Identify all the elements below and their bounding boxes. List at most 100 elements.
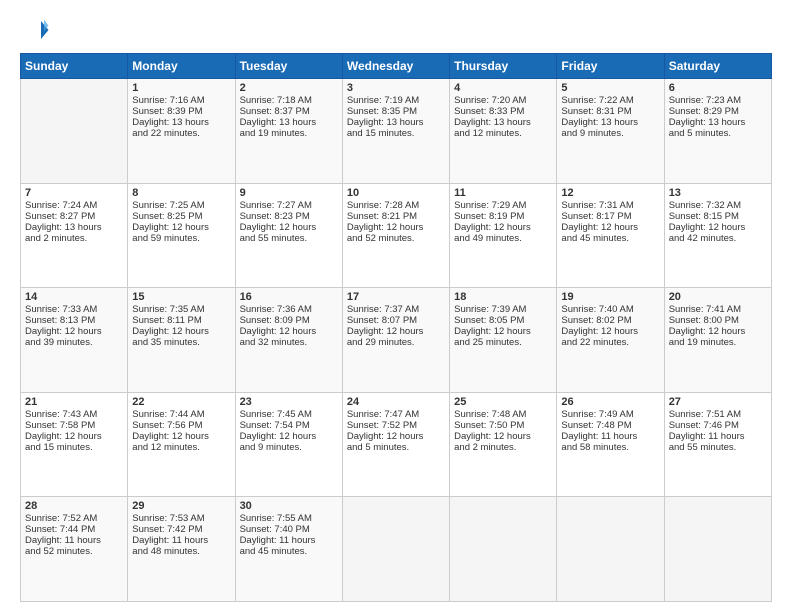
calendar-cell: 23Sunrise: 7:45 AMSunset: 7:54 PMDayligh… (235, 392, 342, 497)
day-info: Sunrise: 7:27 AM (240, 200, 338, 211)
day-info: Daylight: 12 hours (240, 222, 338, 233)
calendar-cell (557, 497, 664, 602)
calendar-cell: 12Sunrise: 7:31 AMSunset: 8:17 PMDayligh… (557, 183, 664, 288)
day-info: and 49 minutes. (454, 233, 552, 244)
day-info: Sunset: 7:54 PM (240, 420, 338, 431)
day-info: Sunrise: 7:32 AM (669, 200, 767, 211)
day-info: Daylight: 12 hours (25, 326, 123, 337)
day-info: Sunrise: 7:55 AM (240, 513, 338, 524)
day-info: Daylight: 11 hours (669, 431, 767, 442)
day-number: 28 (25, 500, 123, 512)
day-info: and 15 minutes. (347, 128, 445, 139)
day-info: Sunset: 8:31 PM (561, 106, 659, 117)
day-info: and 9 minutes. (240, 442, 338, 453)
day-number: 12 (561, 187, 659, 199)
calendar-cell: 27Sunrise: 7:51 AMSunset: 7:46 PMDayligh… (664, 392, 771, 497)
calendar-cell (342, 497, 449, 602)
day-info: and 52 minutes. (347, 233, 445, 244)
day-info: and 19 minutes. (669, 337, 767, 348)
day-number: 8 (132, 187, 230, 199)
day-info: and 55 minutes. (240, 233, 338, 244)
day-number: 25 (454, 396, 552, 408)
calendar-cell: 7Sunrise: 7:24 AMSunset: 8:27 PMDaylight… (21, 183, 128, 288)
day-info: Sunrise: 7:51 AM (669, 409, 767, 420)
day-info: Sunset: 8:33 PM (454, 106, 552, 117)
day-info: Sunrise: 7:45 AM (240, 409, 338, 420)
calendar-cell: 1Sunrise: 7:16 AMSunset: 8:39 PMDaylight… (128, 79, 235, 184)
day-info: Sunrise: 7:44 AM (132, 409, 230, 420)
calendar-cell: 28Sunrise: 7:52 AMSunset: 7:44 PMDayligh… (21, 497, 128, 602)
day-info: Sunset: 8:27 PM (25, 211, 123, 222)
calendar-cell (450, 497, 557, 602)
day-info: Sunrise: 7:43 AM (25, 409, 123, 420)
logo (20, 15, 54, 45)
day-info: and 29 minutes. (347, 337, 445, 348)
day-info: Sunset: 8:15 PM (669, 211, 767, 222)
day-info: Daylight: 13 hours (132, 117, 230, 128)
day-info: Sunrise: 7:47 AM (347, 409, 445, 420)
day-info: Sunset: 8:21 PM (347, 211, 445, 222)
calendar-cell (664, 497, 771, 602)
calendar: SundayMondayTuesdayWednesdayThursdayFrid… (20, 53, 772, 602)
day-info: and 55 minutes. (669, 442, 767, 453)
day-info: Sunrise: 7:52 AM (25, 513, 123, 524)
day-info: Sunrise: 7:18 AM (240, 95, 338, 106)
calendar-cell: 5Sunrise: 7:22 AMSunset: 8:31 PMDaylight… (557, 79, 664, 184)
day-info: Sunset: 8:19 PM (454, 211, 552, 222)
day-info: and 2 minutes. (454, 442, 552, 453)
calendar-cell: 11Sunrise: 7:29 AMSunset: 8:19 PMDayligh… (450, 183, 557, 288)
day-info: and 25 minutes. (454, 337, 552, 348)
day-info: and 32 minutes. (240, 337, 338, 348)
day-number: 18 (454, 291, 552, 303)
calendar-cell: 8Sunrise: 7:25 AMSunset: 8:25 PMDaylight… (128, 183, 235, 288)
calendar-cell: 13Sunrise: 7:32 AMSunset: 8:15 PMDayligh… (664, 183, 771, 288)
day-number: 13 (669, 187, 767, 199)
calendar-cell: 16Sunrise: 7:36 AMSunset: 8:09 PMDayligh… (235, 288, 342, 393)
day-info: Daylight: 12 hours (347, 222, 445, 233)
day-number: 3 (347, 82, 445, 94)
day-info: Sunrise: 7:33 AM (25, 304, 123, 315)
day-number: 22 (132, 396, 230, 408)
calendar-cell: 6Sunrise: 7:23 AMSunset: 8:29 PMDaylight… (664, 79, 771, 184)
day-number: 26 (561, 396, 659, 408)
dow-header-monday: Monday (128, 54, 235, 79)
calendar-cell: 21Sunrise: 7:43 AMSunset: 7:58 PMDayligh… (21, 392, 128, 497)
day-info: and 39 minutes. (25, 337, 123, 348)
day-info: Daylight: 11 hours (561, 431, 659, 442)
day-info: Daylight: 11 hours (132, 535, 230, 546)
day-info: Daylight: 12 hours (240, 326, 338, 337)
day-info: Daylight: 13 hours (25, 222, 123, 233)
day-info: Sunset: 8:13 PM (25, 315, 123, 326)
day-info: Sunset: 8:11 PM (132, 315, 230, 326)
day-info: and 35 minutes. (132, 337, 230, 348)
day-info: Sunset: 8:00 PM (669, 315, 767, 326)
calendar-cell: 26Sunrise: 7:49 AMSunset: 7:48 PMDayligh… (557, 392, 664, 497)
dow-header-tuesday: Tuesday (235, 54, 342, 79)
day-info: Daylight: 13 hours (561, 117, 659, 128)
calendar-cell: 3Sunrise: 7:19 AMSunset: 8:35 PMDaylight… (342, 79, 449, 184)
day-info: Sunrise: 7:28 AM (347, 200, 445, 211)
day-info: Daylight: 12 hours (454, 431, 552, 442)
day-info: Sunrise: 7:49 AM (561, 409, 659, 420)
day-info: and 48 minutes. (132, 546, 230, 557)
day-number: 23 (240, 396, 338, 408)
dow-header-saturday: Saturday (664, 54, 771, 79)
day-info: Sunrise: 7:19 AM (347, 95, 445, 106)
day-info: Daylight: 12 hours (454, 222, 552, 233)
day-info: Daylight: 12 hours (132, 326, 230, 337)
day-info: Sunset: 7:56 PM (132, 420, 230, 431)
day-number: 9 (240, 187, 338, 199)
day-info: Sunrise: 7:53 AM (132, 513, 230, 524)
calendar-cell: 4Sunrise: 7:20 AMSunset: 8:33 PMDaylight… (450, 79, 557, 184)
day-number: 10 (347, 187, 445, 199)
day-info: Sunset: 7:52 PM (347, 420, 445, 431)
day-info: Daylight: 13 hours (669, 117, 767, 128)
day-info: Sunset: 8:17 PM (561, 211, 659, 222)
day-info: and 45 minutes. (240, 546, 338, 557)
day-info: Sunset: 8:09 PM (240, 315, 338, 326)
day-info: Daylight: 12 hours (132, 222, 230, 233)
day-number: 27 (669, 396, 767, 408)
calendar-cell: 14Sunrise: 7:33 AMSunset: 8:13 PMDayligh… (21, 288, 128, 393)
day-info: Sunset: 7:40 PM (240, 524, 338, 535)
calendar-cell: 9Sunrise: 7:27 AMSunset: 8:23 PMDaylight… (235, 183, 342, 288)
